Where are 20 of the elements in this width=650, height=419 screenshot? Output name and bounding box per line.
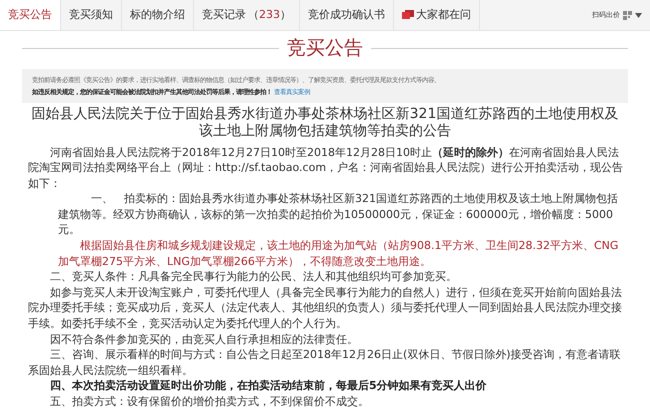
tab[interactable]: 大家都在问 xyxy=(394,0,480,30)
caret-icon xyxy=(635,12,642,18)
tab[interactable]: 竞买记录 （233） xyxy=(194,0,300,30)
tab[interactable]: 竞买公告 xyxy=(0,0,61,30)
paragraph: 根据固始县住房和城乡规划建设规定，该土地的用途为加气站（站房908.1平方米、卫生间28.32平方米、CNG加气罩棚275平方米、LNG加气罩棚266平方米），不得随意改变土地用途。 xyxy=(57,238,620,270)
tab[interactable]: 标的物介绍 xyxy=(122,0,194,30)
paragraph: 四、本次拍卖活动设置延时出价功能，在拍卖活动结束前，每最后5分钟如果有竞买人出价 xyxy=(49,378,488,394)
tab[interactable]: 竞买须知 xyxy=(61,0,122,30)
paragraph: 三、咨询、展示看样的时间与方式：自公告之日起至2018年12月26日止(双休日、节假日除外)接受咨询，有意者请联系固始县人民法院统一组织看样。 xyxy=(27,347,622,378)
paragraph: 因不符合条件参加竞买的，由竞买人自行承担相应的法律责任。 xyxy=(49,332,359,348)
section-heading: 竞买公告 xyxy=(287,36,363,61)
paragraph: 如参与竞买人未开设淘宝账户，可委托代理人（具备完全民事行为能力的自然人）进行，但须在竞买开始前向固始县法院办理委托手续；竞买成功后，竞买人（法定代表人、其他组织的负责人）须与委托代理人一同到固始县人民法院办理交接手续。如委托手续不全，竞买活动认定为委托代理人的个人行为。 xyxy=(27,284,623,332)
paragraph: 河南省固始县人民法院将于2018年12月27日10时至2018年12月28日10时止（延时的除外）在河南省固始县人民法院淘宝网司法拍卖网络平台上（网址：http://sf.taobao.com，户名：河南省固始县人民法院）进行公开拍卖活动，现公告如下： xyxy=(27,144,624,192)
paragraph: 五、拍卖方式：设有保留价的增价拍卖方式，不到保留价不成交。 xyxy=(49,394,370,410)
announcement-title: 固始县人民法院关于位于固始县秀水街道办事处茶林场社区新321国道红苏路西的土地使用权及该土地上附属物包括建筑物等拍卖的公告 xyxy=(30,106,620,140)
chat-bubbles-icon xyxy=(402,10,414,20)
qr-code-icon xyxy=(623,10,632,20)
paragraph: 一、 拍卖标的：固始县秀水街道办事处茶林场社区新321国道红苏路西的土地使用权及该土地上附属物包括建筑物等。经双方协商确认，该标的第一次拍卖的起拍价为10500000元，保证金：600000元，增价幅度：5000元。 xyxy=(57,191,619,238)
paragraph: 二、竞买人条件：凡具备完全民事行为能力的公民、法人和其他组织均可参加竞买。 xyxy=(49,269,458,285)
tab[interactable]: 竞价成功确认书 xyxy=(300,0,394,30)
